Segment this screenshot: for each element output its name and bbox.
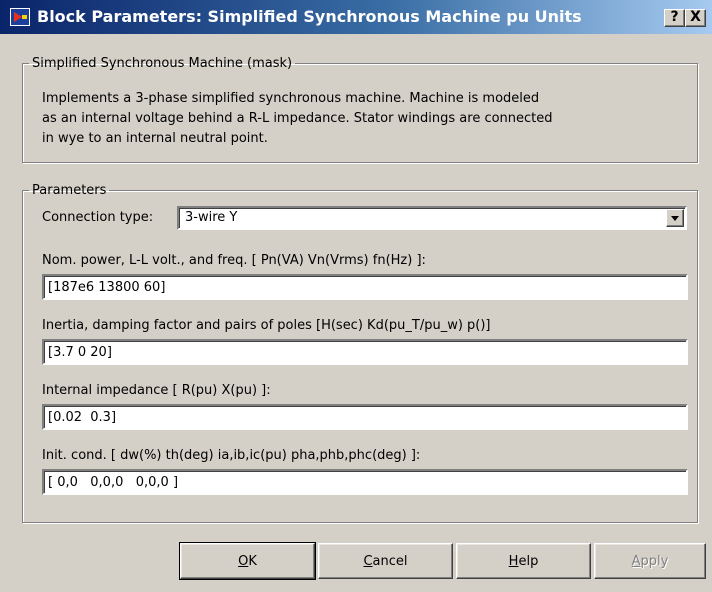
connection-type-select[interactable]: 3-wire Y	[177, 206, 687, 230]
ok-mnemonic: O	[238, 553, 249, 569]
internal-impedance-label: Internal impedance [ R(pu) X(pu) ]:	[42, 383, 271, 398]
connection-type-label: Connection type:	[42, 210, 154, 225]
block-description: Implements a 3-phase simplified synchron…	[42, 89, 682, 149]
help-title-button[interactable]: ?	[664, 9, 685, 27]
connection-type-value: 3-wire Y	[185, 210, 238, 225]
apply-mnemonic: A	[631, 553, 641, 569]
mechanical-parameters-label: Inertia, damping factor and pairs of pol…	[42, 318, 491, 333]
description-line: Implements a 3-phase simplified synchron…	[42, 91, 540, 106]
nominal-parameters-input[interactable]	[42, 274, 688, 300]
window-title: Block Parameters: Simplified Synchronous…	[37, 7, 582, 26]
parameters-legend: Parameters	[32, 183, 107, 198]
help-button[interactable]: Help	[456, 543, 591, 579]
initial-conditions-label: Init. cond. [ dw(%) th(deg) ia,ib,ic(pu)…	[42, 448, 421, 463]
help-label-rest: elp	[518, 553, 539, 569]
help-mnemonic: H	[508, 553, 519, 569]
description-line: as an internal voltage behind a R-L impe…	[42, 111, 553, 126]
cancel-button[interactable]: Cancel	[318, 543, 453, 579]
ok-button[interactable]: OK	[179, 542, 316, 580]
nominal-parameters-label: Nom. power, L-L volt., and freq. [ Pn(VA…	[42, 253, 426, 268]
cancel-mnemonic: C	[363, 553, 373, 569]
simulink-block-icon	[10, 8, 30, 26]
mechanical-parameters-input[interactable]	[42, 339, 688, 365]
title-bar[interactable]: Block Parameters: Simplified Synchronous…	[0, 0, 712, 34]
apply-button[interactable]: Apply	[594, 543, 706, 579]
initial-conditions-input[interactable]	[42, 469, 688, 495]
description-legend: Simplified Synchronous Machine (mask)	[32, 56, 293, 71]
internal-impedance-input[interactable]	[42, 404, 688, 430]
cancel-label-rest: ancel	[372, 553, 408, 569]
block-parameters-dialog: Block Parameters: Simplified Synchronous…	[0, 0, 712, 592]
close-title-button[interactable]: X	[685, 9, 706, 27]
apply-label-rest: pply	[640, 553, 669, 569]
chevron-down-icon	[671, 216, 679, 221]
ok-label-rest: K	[248, 553, 257, 569]
dropdown-arrow-button[interactable]	[666, 209, 684, 227]
description-line: in wye to an internal neutral point.	[42, 131, 268, 146]
